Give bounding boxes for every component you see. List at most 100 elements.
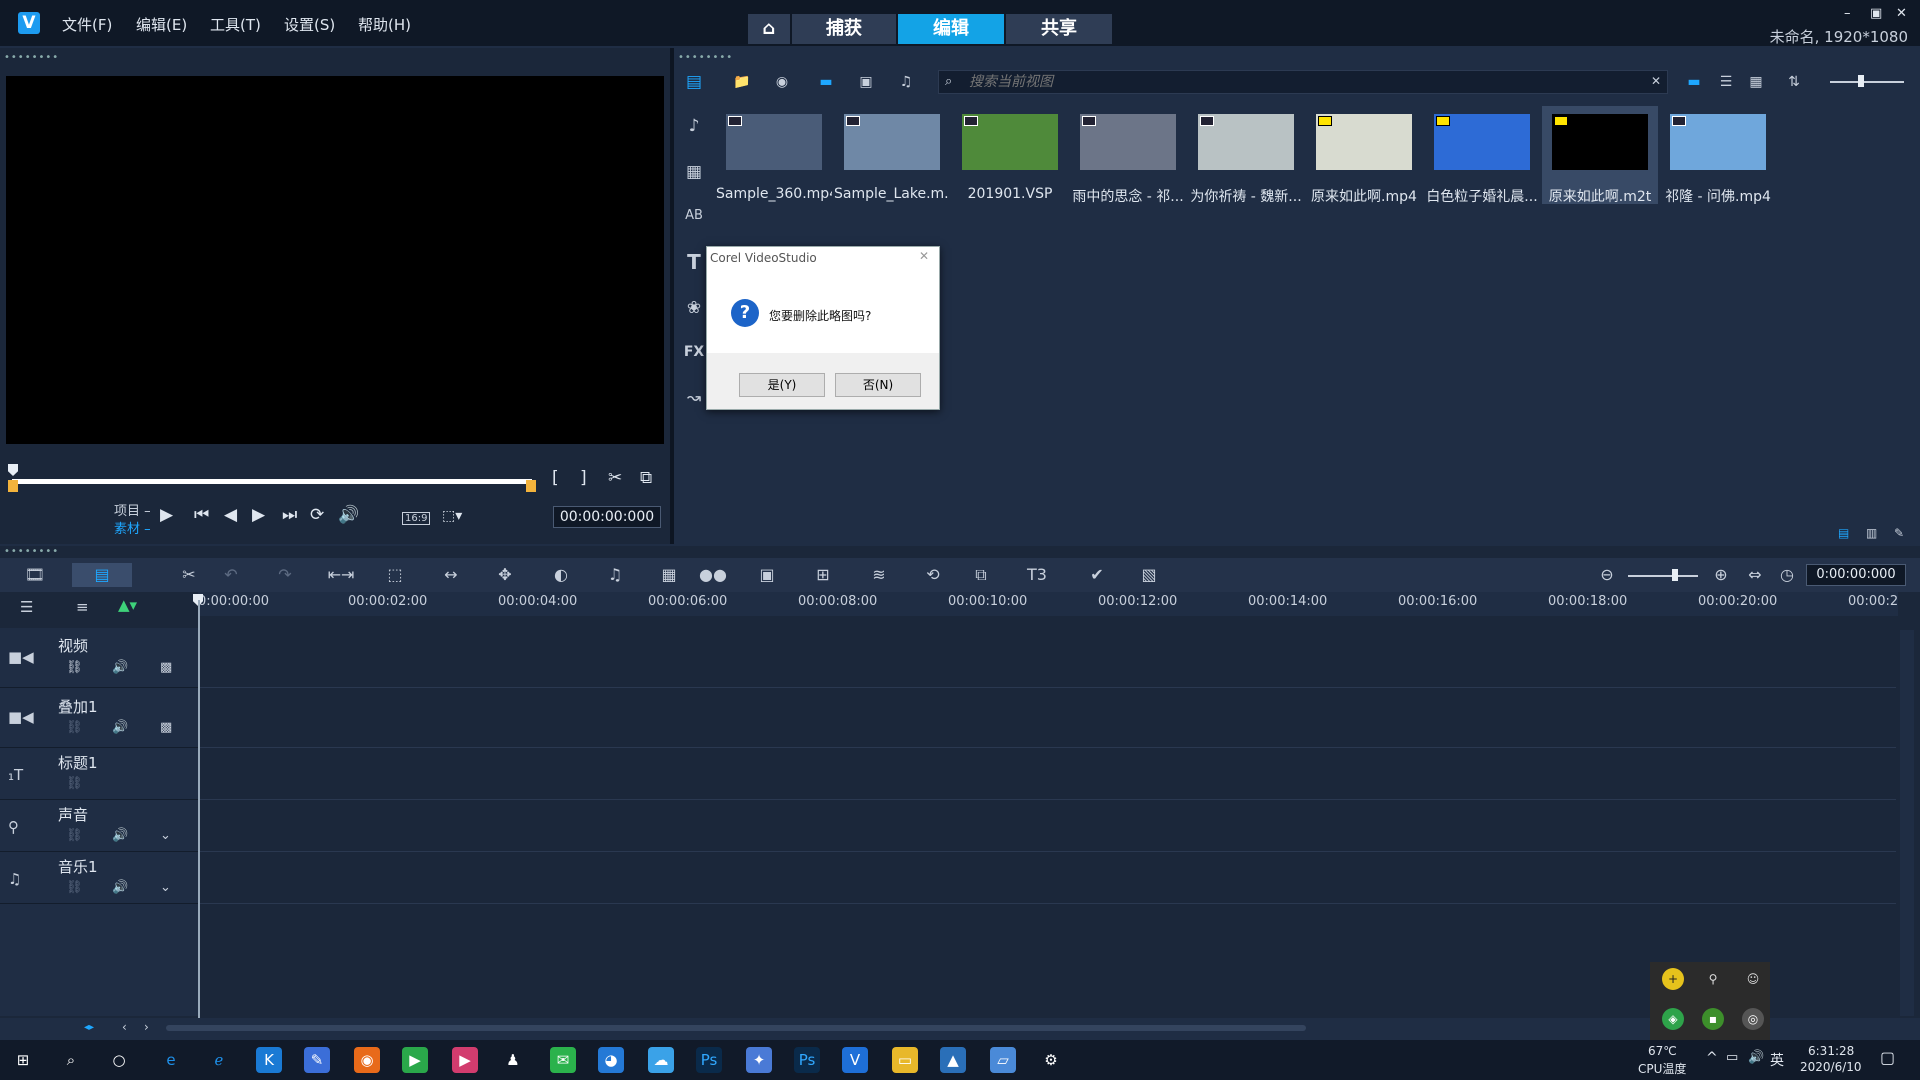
notepad-icon[interactable]: ✎	[304, 1047, 330, 1073]
enlarge-preview-icon[interactable]: ⧉	[640, 468, 652, 488]
link-icon[interactable]: ⛓	[66, 828, 83, 843]
tray-app-icon[interactable]: +	[1662, 968, 1684, 990]
fit-timeline-icon[interactable]: ⇔	[1740, 563, 1770, 587]
volume-icon[interactable]: 🔊	[338, 505, 359, 525]
zoom-in-icon[interactable]: ⊕	[1706, 563, 1736, 587]
fit-project-icon[interactable]: ⇤⇥	[326, 563, 356, 587]
timeline-vscrollbar[interactable]	[1900, 630, 1914, 1016]
track-manager-icon[interactable]: ☰	[20, 598, 33, 616]
wechat-icon[interactable]: ✉	[550, 1047, 576, 1073]
settings-icon[interactable]: ⚙	[1038, 1047, 1064, 1073]
media-library-icon[interactable]: ▤	[680, 68, 708, 96]
clock-icon[interactable]: ◷	[1772, 563, 1802, 587]
path-icon[interactable]: ↝	[680, 384, 708, 412]
scrubber-track[interactable]	[12, 479, 532, 484]
panel-grip-icon[interactable]: ••••••••	[4, 52, 59, 63]
ripple-icon[interactable]: ▩	[160, 720, 172, 735]
link-icon[interactable]: ⛓	[66, 776, 83, 791]
firefox-icon[interactable]: ◉	[354, 1047, 380, 1073]
document-icon[interactable]: ▱	[990, 1047, 1016, 1073]
change-project-size-icon[interactable]: ⬚▾	[442, 508, 462, 524]
media-thumb[interactable]: 201901.VSP	[952, 106, 1068, 204]
split-clip-icon[interactable]: ✂	[608, 468, 622, 488]
tab-capture[interactable]: 捕获	[792, 14, 896, 44]
subtitle-editor-icon[interactable]: ▣	[752, 563, 782, 587]
track-lane-voice[interactable]	[200, 800, 1896, 852]
media-thumb[interactable]: 雨中的思念 - 祁...	[1070, 106, 1186, 205]
clock-date[interactable]: 2020/6/10	[1800, 1060, 1862, 1074]
media-thumb[interactable]: 原来如此啊.mp4	[1306, 106, 1422, 205]
library-grip-icon[interactable]: ••••••••	[678, 52, 733, 63]
toolbox-icon[interactable]: ✂	[174, 563, 204, 587]
tray-gamepad-icon[interactable]: ◎	[1742, 1008, 1764, 1030]
go-to-end-icon[interactable]: ⏭	[282, 505, 297, 525]
timeline-scroll-left-icon[interactable]: ◂▸	[84, 1022, 94, 1033]
file-explorer-icon[interactable]: ▭	[892, 1047, 918, 1073]
search-icon[interactable]: ⌕	[58, 1047, 84, 1073]
menu-edit[interactable]: 编辑(E)	[136, 14, 187, 35]
media-thumb[interactable]: 白色粒子婚礼晨...	[1424, 106, 1540, 205]
track-lane-music[interactable]	[200, 852, 1896, 904]
tab-share[interactable]: 共享	[1006, 14, 1112, 44]
trim-icon[interactable]: ↔	[436, 563, 466, 587]
browser-icon[interactable]: ◕	[598, 1047, 624, 1073]
scroll-right-icon[interactable]: ›	[144, 1020, 149, 1034]
mask-creator-icon[interactable]: ◐	[546, 563, 576, 587]
media-thumb[interactable]: 为你祈祷 - 魏新...	[1188, 106, 1304, 205]
dialog-close-icon[interactable]: ✕	[919, 249, 929, 263]
mute-icon[interactable]: 🔊	[112, 720, 128, 735]
menu-tools[interactable]: 工具(T)	[210, 14, 261, 35]
redo-icon[interactable]: ↷	[270, 563, 300, 587]
zoom-slider[interactable]	[1628, 575, 1698, 577]
mark-out-icon[interactable]: ]	[580, 468, 587, 488]
restore-icon[interactable]: ▣	[1870, 6, 1882, 21]
tray-user-icon[interactable]: ☺	[1742, 968, 1764, 990]
track-lane-overlay[interactable]	[200, 688, 1896, 748]
preview-timecode[interactable]: 00:00:00:000	[553, 506, 661, 528]
graphic-icon[interactable]: ❀	[680, 294, 708, 322]
mute-icon[interactable]: 🔊	[112, 880, 128, 895]
tray-shield-icon[interactable]: ◈	[1662, 1008, 1684, 1030]
timeline-view-icon[interactable]: ▤	[72, 563, 132, 587]
pan-zoom-icon[interactable]: ⬚	[380, 563, 410, 587]
clear-search-icon[interactable]: ✕	[1651, 74, 1661, 88]
next-frame-icon[interactable]: ▶	[252, 505, 265, 525]
edit-options-icon[interactable]: ✎	[1894, 526, 1904, 540]
morph-icon[interactable]: ●●	[698, 563, 728, 587]
go-to-start-icon[interactable]: ⏮	[194, 505, 209, 525]
sort-icon[interactable]: ⇅	[1780, 70, 1808, 94]
thumbnail-size-slider[interactable]	[1830, 81, 1904, 83]
mark-out-handle-icon[interactable]	[526, 480, 536, 492]
clip-mode-label[interactable]: 素材 –	[114, 518, 151, 537]
clock-time[interactable]: 6:31:28	[1808, 1044, 1854, 1058]
link-icon[interactable]: ⛓	[66, 720, 83, 735]
zoom-out-icon[interactable]: ⊖	[1592, 563, 1622, 587]
mute-icon[interactable]: 🔊	[112, 828, 128, 843]
instant-project-icon[interactable]: ♪	[680, 112, 708, 140]
previous-frame-icon[interactable]: ◀	[224, 505, 237, 525]
photos-icon[interactable]: ▲	[940, 1047, 966, 1073]
show-hidden-icons-icon[interactable]: ^	[1706, 1050, 1718, 1066]
paint-creator-icon[interactable]: ✔	[1082, 563, 1112, 587]
transition-icon[interactable]: ▦	[680, 158, 708, 186]
action-center-icon[interactable]: ▢	[1880, 1048, 1895, 1067]
photoshop-2-icon[interactable]: Ps	[794, 1047, 820, 1073]
show-audio-icon[interactable]: ♫	[892, 70, 920, 94]
show-photo-icon[interactable]: ▣	[852, 70, 880, 94]
network-icon[interactable]: ▭	[1726, 1050, 1738, 1065]
crop-icon[interactable]: ⧉	[966, 563, 996, 587]
media-thumb-selected[interactable]: 原来如此啊.m2t	[1542, 106, 1658, 205]
ie-icon[interactable]: ℯ	[206, 1047, 232, 1073]
videostudio-taskbar-icon[interactable]: V	[842, 1047, 868, 1073]
mark-in-icon[interactable]: [	[552, 468, 559, 488]
zoom-slider-handle[interactable]	[1672, 569, 1678, 581]
video-player-icon[interactable]: ▶	[452, 1047, 478, 1073]
link-icon[interactable]: ⛓	[66, 660, 83, 675]
media-thumb[interactable]: Sample_360.mp4	[716, 106, 832, 204]
media-thumb[interactable]: 祁隆 - 问佛.mp4	[1660, 106, 1776, 205]
speed-icon[interactable]: ≋	[864, 563, 894, 587]
windows-start-icon[interactable]: ⊞	[10, 1047, 36, 1073]
no-button[interactable]: 否(N)	[835, 373, 921, 397]
track-lane-title[interactable]	[200, 748, 1896, 800]
baidu-netdisk-icon[interactable]: ☁	[648, 1047, 674, 1073]
